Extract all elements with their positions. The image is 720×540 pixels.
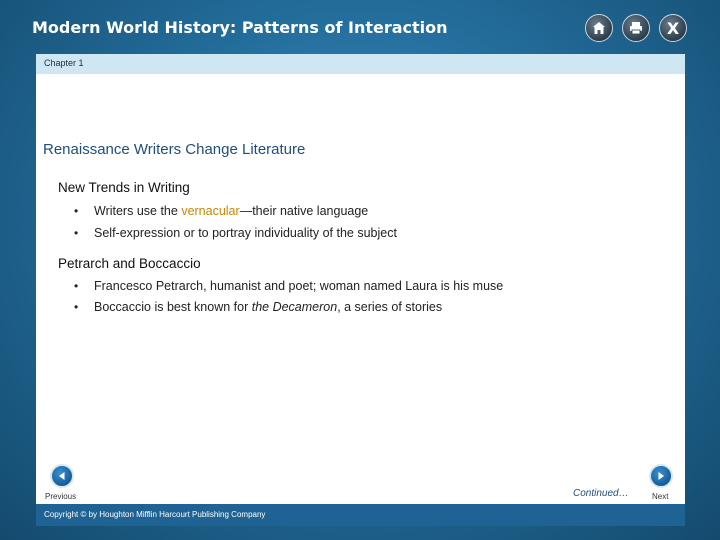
section-heading: Petrarch and Boccaccio (58, 256, 201, 271)
continued-label: Continued… (573, 488, 629, 499)
section-heading: New Trends in Writing (58, 180, 190, 195)
home-icon (593, 22, 605, 34)
arrow-left-icon (59, 472, 65, 480)
previous-button[interactable] (50, 464, 74, 488)
previous-label[interactable]: Previous (45, 492, 76, 501)
chapter-label: Chapter 1 (44, 58, 84, 68)
next-button[interactable] (649, 464, 673, 488)
home-button[interactable] (585, 14, 613, 42)
bullet-dot-icon: • (74, 300, 79, 314)
slide-title: Renaissance Writers Change Literature (43, 141, 306, 158)
footer-bar: Copyright © by Houghton Mifflin Harcourt… (36, 504, 685, 526)
app-title: Modern World History: Patterns of Intera… (32, 18, 448, 37)
print-button[interactable] (622, 14, 650, 42)
vernacular-term: vernacular (181, 204, 240, 218)
chapter-bar: Chapter 1 (36, 54, 685, 74)
print-icon (630, 22, 642, 35)
close-button[interactable]: X (659, 14, 687, 42)
bullet-item: • Self-expression or to portray individu… (74, 226, 397, 240)
bullet-item: • Writers use the vernacular—their nativ… (74, 204, 369, 218)
next-label[interactable]: Next (652, 492, 668, 501)
bullet-dot-icon: • (74, 226, 79, 240)
bullet-item: • Francesco Petrarch, humanist and poet;… (74, 279, 504, 293)
copyright-text: Copyright © by Houghton Mifflin Harcourt… (44, 510, 266, 519)
slide-content: Renaissance Writers Change Literature Ne… (36, 74, 685, 504)
close-icon: X (666, 18, 680, 38)
arrow-right-icon (658, 472, 664, 480)
decameron-title: the Decameron (251, 300, 338, 314)
bullet-dot-icon: • (74, 279, 79, 293)
bullet-item: • Boccaccio is best known for the Decame… (74, 300, 443, 314)
bullet-dot-icon: • (74, 204, 79, 218)
